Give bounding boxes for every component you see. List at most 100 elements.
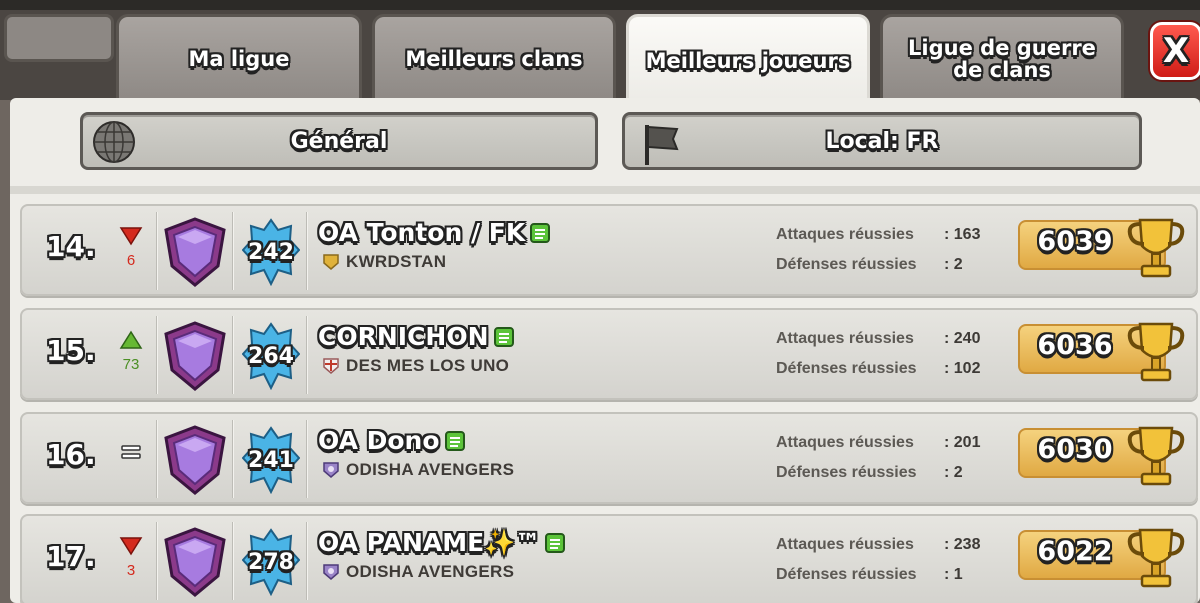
clan-line: ODISHA AVENGERS	[322, 460, 514, 480]
xp-level-value: 241	[248, 447, 294, 473]
filter-local-button[interactable]: Local: FR	[622, 112, 1142, 170]
globe-icon	[91, 119, 137, 171]
trophy-icon	[1126, 424, 1186, 492]
chat-icon	[444, 430, 465, 451]
xp-level-badge: 242	[241, 218, 301, 287]
player-rank: 14.	[46, 230, 96, 263]
trophy-count: 6039	[1037, 226, 1113, 257]
player-name: OA Dono	[318, 426, 440, 455]
divider	[232, 212, 234, 290]
equal-icon	[121, 445, 141, 459]
trophy-icon	[1126, 216, 1186, 284]
arrow-up-icon	[119, 330, 143, 349]
trophy-count: 6022	[1037, 536, 1113, 567]
trophy-icon	[1126, 320, 1186, 388]
trophy-icon	[1126, 526, 1186, 594]
player-name-line: CORNICHON	[318, 322, 515, 351]
tab-meilleurs-joueurs[interactable]: Meilleurs joueurs	[626, 14, 870, 104]
attacks-label: Attaques réussies	[776, 536, 914, 553]
arrow-down-icon	[119, 537, 143, 556]
divider	[306, 212, 308, 290]
divider	[156, 522, 158, 600]
defenses-value: : 1	[944, 566, 963, 583]
clan-name: ODISHA AVENGERS	[346, 460, 515, 479]
defenses-value: : 102	[944, 360, 981, 377]
rank-change-value: 3	[126, 562, 136, 579]
player-name-line: OA Tonton / FK	[318, 218, 551, 247]
tab-meilleurs-clans[interactable]: Meilleurs clans	[372, 14, 616, 100]
xp-level-badge: 264	[241, 322, 301, 391]
clan-name: ODISHA AVENGERS	[346, 562, 515, 581]
filter-general-label: Général	[290, 128, 388, 154]
attacks-value: : 201	[944, 434, 981, 451]
attacks-value: : 238	[944, 536, 981, 553]
clan-line: ODISHA AVENGERS	[322, 562, 514, 582]
tab-ma-ligue[interactable]: Ma ligue	[116, 14, 362, 100]
divider	[306, 522, 308, 600]
legend-league-icon	[162, 526, 228, 602]
legend-league-icon	[162, 424, 228, 500]
defenses-value: : 2	[944, 256, 963, 273]
divider	[232, 316, 234, 394]
player-name: OA Tonton / FK	[318, 218, 526, 247]
filter-local-label: Local: FR	[825, 128, 939, 154]
player-stats: Attaques réussies : 163 Défenses réussies…	[776, 220, 980, 280]
divider	[156, 212, 158, 290]
xp-level-badge: 241	[241, 426, 301, 495]
clan-line: DES MES LOS UNO	[322, 356, 509, 376]
clan-line: KWRDSTAN	[322, 252, 446, 272]
trophy-count: 6030	[1037, 434, 1113, 465]
player-name: CORNICHON	[318, 322, 489, 351]
divider	[232, 522, 234, 600]
defenses-label: Défenses réussies	[776, 360, 917, 377]
rank-change	[114, 434, 148, 484]
list-top-divider	[10, 186, 1200, 194]
attacks-value: : 163	[944, 226, 981, 243]
player-stats: Attaques réussies : 238 Défenses réussies…	[776, 530, 980, 590]
player-row[interactable]: 15. 73 264 CORNICHON DES MES LOS UNO Att…	[20, 308, 1198, 400]
tab-ligue-de-guerre[interactable]: Ligue de guerre de clans	[880, 14, 1124, 100]
player-stats: Attaques réussies : 240 Défenses réussies…	[776, 324, 980, 384]
defenses-label: Défenses réussies	[776, 566, 917, 583]
xp-level-value: 242	[248, 239, 294, 265]
arrow-down-icon	[119, 227, 143, 246]
clan-badge-icon	[323, 462, 339, 478]
chat-icon	[530, 222, 551, 243]
player-stats: Attaques réussies: 201 Défenses réussies…	[776, 428, 980, 488]
flag-icon	[633, 119, 683, 175]
attacks-value: : 240	[944, 330, 981, 347]
player-row[interactable]: 14. 6 242 OA Tonton / FK KWRDSTAN Attaqu…	[20, 204, 1198, 296]
defenses-value: : 2	[944, 464, 963, 481]
chat-icon	[545, 533, 566, 553]
player-name: OA PANAME✨™	[318, 528, 541, 557]
clan-badge-icon	[323, 358, 339, 374]
rank-change: 6	[114, 226, 148, 276]
player-rank: 16.	[46, 438, 96, 471]
legend-league-icon	[162, 320, 228, 396]
xp-level-badge: 278	[241, 528, 301, 597]
tab-strip-left-edge	[4, 14, 114, 62]
divider	[306, 316, 308, 394]
attacks-label: Attaques réussies	[776, 434, 914, 451]
divider	[156, 316, 158, 394]
legend-league-icon	[162, 216, 228, 292]
player-rank: 15.	[46, 334, 96, 367]
xp-level-value: 278	[248, 549, 294, 575]
attacks-label: Attaques réussies	[776, 330, 914, 347]
rank-change-value: 6	[126, 252, 136, 269]
divider	[156, 420, 158, 498]
rank-change-value: 73	[122, 356, 140, 373]
player-name-line: OA PANAME✨™	[318, 528, 566, 558]
player-row[interactable]: 17. 3 278 OA PANAME✨™ ODISHA AVENGERS At…	[20, 514, 1198, 603]
divider	[232, 420, 234, 498]
rank-change: 73	[114, 330, 148, 380]
player-row[interactable]: 16. 241 OA Dono ODISHA AVENGERS Attaques…	[20, 412, 1198, 504]
player-name-line: OA Dono	[318, 426, 466, 455]
top-border	[0, 0, 1200, 10]
close-button[interactable]: X	[1150, 22, 1200, 80]
xp-level-value: 264	[248, 343, 294, 369]
filter-general-button[interactable]: Général	[80, 112, 598, 170]
attacks-label: Attaques réussies	[776, 226, 914, 243]
defenses-label: Défenses réussies	[776, 256, 917, 273]
close-icon: X	[1162, 31, 1190, 71]
